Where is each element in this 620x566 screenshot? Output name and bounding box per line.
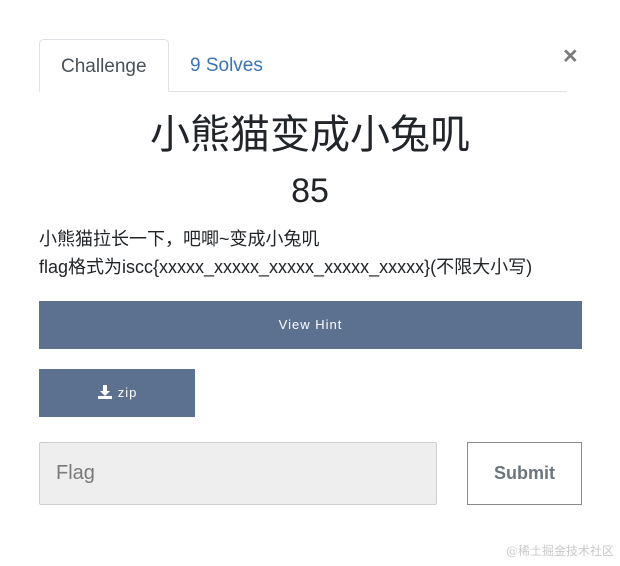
description-line: flag格式为iscc{xxxxx_xxxxx_xxxxx_xxxxx_xxxx… [39, 257, 533, 277]
submit-button[interactable]: Submit [467, 442, 582, 505]
download-file-button[interactable]: zip [39, 369, 195, 417]
file-label: zip [117, 385, 138, 400]
tab-solves[interactable]: 9 Solves [169, 39, 284, 91]
tab-challenge[interactable]: Challenge [39, 39, 169, 92]
challenge-points: 85 [291, 172, 329, 210]
watermark: @稀土掘金技术社区 [505, 544, 614, 558]
challenge-modal: Challenge 9 Solves × 小熊猫变成小兔叽 85 小熊猫拉长一下… [0, 0, 620, 566]
download-icon [97, 385, 112, 399]
tab-bar: Challenge 9 Solves [39, 39, 567, 92]
challenge-description: 小熊猫拉长一下，吧唧~变成小兔叽 flag格式为iscc{xxxxx_xxxxx… [39, 225, 599, 281]
flag-input[interactable] [39, 442, 437, 505]
description-line: 小熊猫拉长一下，吧唧~变成小兔叽 [39, 229, 320, 249]
challenge-title: 小熊猫变成小兔叽 [150, 113, 470, 157]
close-icon[interactable]: × [563, 42, 578, 70]
view-hint-button[interactable]: View Hint [39, 301, 582, 349]
